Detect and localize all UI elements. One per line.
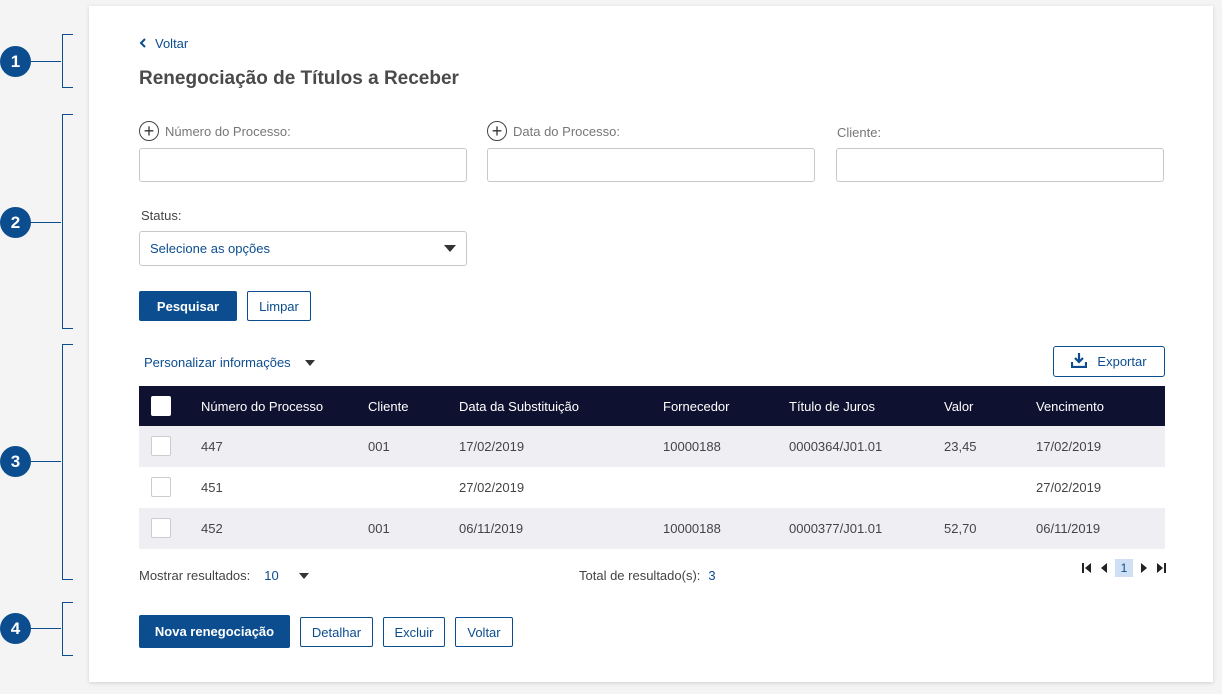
first-page-icon[interactable] — [1081, 562, 1093, 574]
annotation-bracket — [62, 602, 73, 656]
column-header[interactable]: Valor — [944, 386, 973, 426]
table-cell: 0000377/J01.01 — [789, 521, 883, 536]
clear-button[interactable]: Limpar — [247, 291, 311, 321]
annotation-bracket — [62, 114, 73, 329]
client-label: Cliente: — [837, 125, 882, 140]
previous-page-icon[interactable] — [1098, 562, 1110, 574]
status-select[interactable]: Selecione as opções — [139, 231, 467, 266]
table-cell: 452 — [201, 521, 223, 536]
next-page-icon[interactable] — [1138, 562, 1150, 574]
status-select-value: Selecione as opções — [150, 241, 270, 256]
caret-down-icon — [444, 245, 456, 252]
export-button[interactable]: Exportar — [1053, 346, 1165, 377]
customize-info-label: Personalizar informações — [144, 355, 291, 370]
table-cell: 001 — [368, 521, 390, 536]
table-cell: 06/11/2019 — [1036, 521, 1101, 536]
process-date-label: + Data do Processo: — [487, 121, 620, 141]
table-cell: 10000188 — [663, 439, 721, 454]
total-results: Total de resultado(s): 3 — [579, 568, 716, 583]
plus-circle-icon[interactable]: + — [487, 121, 507, 141]
column-header[interactable]: Data da Substituição — [459, 386, 579, 426]
back-link-label: Voltar — [155, 36, 189, 51]
table-cell: 27/02/2019 — [459, 480, 525, 495]
caret-down-icon[interactable] — [298, 572, 309, 579]
process-number-input[interactable] — [139, 148, 467, 182]
annotation-marker-1: 1 — [0, 46, 31, 77]
detail-button[interactable]: Detalhar — [300, 617, 373, 647]
row-checkbox[interactable] — [151, 518, 171, 538]
total-results-value: 3 — [708, 568, 716, 583]
table-cell: 447 — [201, 439, 223, 454]
page-size-control: Mostrar resultados: 10 — [139, 568, 309, 583]
table-row[interactable]: 447 001 17/02/2019 10000188 0000364/J01.… — [139, 426, 1165, 467]
caret-down-icon — [304, 359, 315, 366]
current-page[interactable]: 1 — [1115, 559, 1133, 577]
status-label: Status: — [141, 208, 182, 223]
table-row[interactable]: 452 001 06/11/2019 10000188 0000377/J01.… — [139, 508, 1165, 549]
row-checkbox[interactable] — [151, 436, 171, 456]
row-checkbox[interactable] — [151, 477, 171, 497]
back-link[interactable]: Voltar — [139, 36, 188, 51]
show-results-label: Mostrar resultados: — [139, 568, 251, 583]
back-button[interactable]: Voltar — [455, 617, 513, 647]
export-label: Exportar — [1097, 354, 1147, 369]
table-cell: 17/02/2019 — [1036, 439, 1102, 454]
customize-info-dropdown[interactable]: Personalizar informações — [144, 355, 315, 370]
annotation-bracket — [62, 34, 73, 88]
annotation-marker-4: 4 — [0, 613, 31, 644]
process-date-label-text: Data do Processo: — [513, 123, 620, 139]
table-cell: 23,45 — [944, 439, 977, 454]
table-cell: 27/02/2019 — [1036, 480, 1102, 495]
annotation-marker-3: 3 — [0, 446, 31, 477]
table-row[interactable]: 451 27/02/2019 27/02/2019 — [139, 467, 1165, 508]
table-cell: 17/02/2019 — [459, 439, 525, 454]
table-cell: 001 — [368, 439, 390, 454]
annotation-bracket — [62, 344, 73, 580]
table-cell: 52,70 — [944, 521, 977, 536]
delete-button[interactable]: Excluir — [383, 617, 445, 647]
table-cell: 0000364/J01.01 — [789, 439, 883, 454]
main-card: Voltar Renegociação de Títulos a Receber… — [89, 6, 1213, 682]
annotation-line — [31, 628, 61, 629]
process-number-label-text: Número do Processo: — [165, 123, 291, 139]
page-size-select[interactable]: 10 — [264, 568, 278, 583]
column-header[interactable]: Cliente — [368, 386, 408, 426]
page-title: Renegociação de Títulos a Receber — [139, 68, 459, 89]
last-page-icon[interactable] — [1155, 562, 1167, 574]
results-table: Número do Processo Cliente Data da Subst… — [139, 386, 1165, 549]
table-cell: 451 — [201, 480, 223, 495]
column-header[interactable]: Fornecedor — [663, 386, 729, 426]
table-cell: 10000188 — [663, 521, 721, 536]
column-header[interactable]: Vencimento — [1036, 386, 1104, 426]
client-input[interactable] — [836, 148, 1164, 182]
table-header: Número do Processo Cliente Data da Subst… — [139, 386, 1165, 426]
new-renegotiation-button[interactable]: Nova renegociação — [139, 615, 290, 648]
plus-circle-icon[interactable]: + — [139, 121, 159, 141]
search-button[interactable]: Pesquisar — [139, 291, 237, 321]
annotation-marker-2: 2 — [0, 207, 31, 238]
pagination: 1 — [1081, 559, 1167, 577]
total-results-label: Total de resultado(s): — [579, 568, 701, 583]
download-icon — [1071, 352, 1088, 371]
chevron-left-icon — [139, 36, 147, 51]
select-all-checkbox[interactable] — [151, 396, 171, 416]
process-date-input[interactable] — [487, 148, 815, 182]
annotation-line — [31, 222, 61, 223]
annotation-line — [31, 61, 61, 62]
process-number-label: + Número do Processo: — [139, 121, 291, 141]
table-cell: 06/11/2019 — [459, 521, 524, 536]
column-header[interactable]: Número do Processo — [201, 386, 323, 426]
annotation-line — [31, 461, 61, 462]
column-header[interactable]: Título de Juros — [789, 386, 875, 426]
